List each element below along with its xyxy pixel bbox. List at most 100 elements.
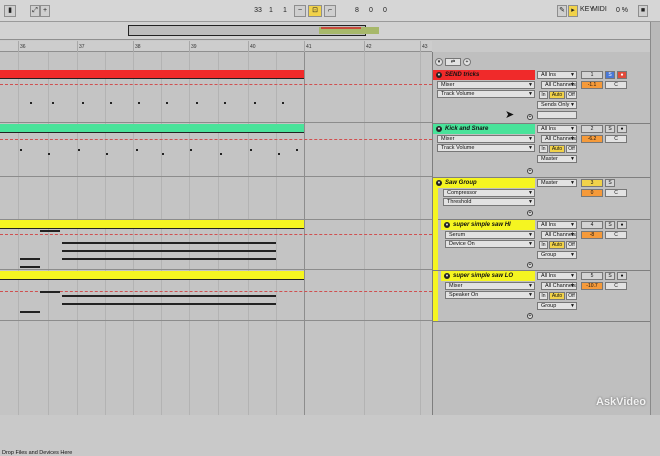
mixer-track-kick-and-snare[interactable]: ▼ Kick and Snare Mixer ▼ Track Volume ▼ + … — [433, 124, 660, 178]
note[interactable] — [136, 149, 138, 151]
control-chooser[interactable]: Track Volume ▼ — [437, 144, 535, 152]
note[interactable] — [52, 102, 54, 104]
pan-value[interactable]: C — [605, 189, 627, 197]
fold-track-icon[interactable]: ▼ — [444, 222, 450, 228]
pan-value[interactable]: C — [605, 135, 627, 143]
automation-envelope[interactable] — [0, 139, 432, 140]
set-button-icon[interactable]: ⇄ — [445, 58, 461, 66]
clip-send-tricks[interactable] — [0, 70, 304, 79]
track-activator[interactable]: 4 — [581, 221, 603, 229]
note[interactable] — [48, 153, 50, 155]
mixer-track-send-tricks[interactable]: ▼ SEND tricks Mixer ▼ Track Volume ▼ + All… — [433, 70, 660, 124]
input-channel-select[interactable]: All Channels ▼ — [541, 282, 577, 290]
loop-length-bars[interactable]: 8 — [352, 5, 362, 17]
track-activator[interactable]: 5 — [581, 272, 603, 280]
note[interactable] — [166, 102, 168, 104]
output-select[interactable]: Sends Only ▼ — [537, 101, 577, 109]
clip-kick-and-snare[interactable] — [0, 124, 304, 133]
add-lane-icon[interactable]: + — [527, 210, 533, 216]
solo-button[interactable]: S — [605, 71, 615, 79]
note[interactable] — [220, 153, 222, 155]
track-activator[interactable]: 3 — [581, 179, 603, 187]
track-title-kick-and-snare[interactable]: ▼ Kick and Snare — [433, 124, 535, 134]
pan-value[interactable]: C — [605, 231, 627, 239]
fold-group-icon[interactable]: ▼ — [436, 180, 442, 186]
control-chooser[interactable]: Threshold ▼ — [443, 198, 535, 206]
arrangement-overview[interactable] — [0, 22, 660, 40]
note[interactable] — [162, 153, 164, 155]
device-chooser[interactable]: Mixer ▼ — [437, 135, 535, 143]
note[interactable] — [282, 102, 284, 104]
note[interactable] — [20, 149, 22, 151]
arrangement-view[interactable]: Drop Files and Devices Here — [0, 52, 432, 456]
pencil-icon[interactable]: ✎ — [557, 5, 567, 17]
arm-record-icon[interactable]: ● — [617, 221, 627, 229]
note[interactable] — [20, 311, 40, 313]
loop-length-sixteenths[interactable]: 0 — [380, 5, 390, 17]
automation-envelope[interactable] — [0, 234, 432, 235]
track-lane-super-simple-saw-lo[interactable] — [0, 271, 432, 321]
monitor-auto-button[interactable]: Auto — [549, 241, 565, 249]
device-chooser[interactable]: Compressor ▼ — [443, 189, 535, 197]
note[interactable] — [78, 149, 80, 151]
monitor-in-button[interactable]: In — [539, 292, 548, 300]
volume-value[interactable]: -6.2 — [581, 135, 603, 143]
volume-value[interactable]: -1.1 — [581, 81, 603, 89]
note[interactable] — [40, 291, 60, 293]
monitor-auto-button[interactable]: Auto — [549, 145, 565, 153]
pan-value[interactable]: C — [605, 81, 627, 89]
device-chooser[interactable]: Mixer ▼ — [437, 81, 535, 89]
note[interactable] — [20, 258, 40, 260]
monitor-in-button[interactable]: In — [539, 241, 548, 249]
pan-value[interactable]: C — [605, 282, 627, 290]
solo-button[interactable]: S — [605, 179, 615, 187]
input-channel-select[interactable]: All Channels ▼ — [541, 231, 577, 239]
track-activator[interactable]: 1 — [581, 71, 603, 79]
add-lane-icon[interactable]: + — [527, 114, 533, 120]
note[interactable] — [190, 149, 192, 151]
input-channel-select[interactable]: All Channels ▼ — [541, 81, 577, 89]
note[interactable] — [62, 303, 276, 305]
add-lane-icon[interactable]: + — [527, 262, 533, 268]
key-map-icon[interactable]: ▸ — [568, 5, 578, 17]
output-select[interactable]: Master ▼ — [537, 155, 577, 163]
loop-length-beats[interactable]: 0 — [366, 5, 376, 17]
track-title-super-simple-saw-lo[interactable]: ▼ super simple saw LO — [441, 271, 535, 281]
monitor-off-button[interactable]: Off — [566, 91, 577, 99]
clip-super-simple-saw-hi[interactable] — [0, 220, 304, 229]
automation-arm-icon[interactable]: ~ — [294, 5, 306, 17]
input-channel-select[interactable]: All Channels ▼ — [541, 135, 577, 143]
track-lane-super-simple-saw-hi[interactable] — [0, 220, 432, 270]
overview-view-frame[interactable] — [128, 25, 379, 36]
output-select[interactable]: Group ▼ — [537, 302, 577, 310]
input-type-select[interactable]: All Ins ▼ — [537, 221, 577, 229]
mixer-track-super-simple-saw-lo[interactable]: ▼ super simple saw LO Mixer ▼ Speaker On ▼… — [433, 271, 660, 322]
note[interactable] — [110, 102, 112, 104]
position-beat[interactable]: 1 — [266, 5, 276, 17]
track-title-super-simple-saw-hi[interactable]: ▼ super simple saw HI — [441, 220, 535, 230]
fold-track-icon[interactable]: ▼ — [436, 72, 442, 78]
position-sixteenth[interactable]: 1 — [280, 5, 290, 17]
clip-super-simple-saw-lo[interactable] — [0, 271, 304, 280]
track-title-saw-group[interactable]: ▼ Saw Group — [433, 178, 535, 188]
note[interactable] — [40, 230, 60, 232]
monitor-off-button[interactable]: Off — [566, 241, 577, 249]
follow-icon[interactable]: ⤢ — [30, 5, 40, 17]
arm-record-icon[interactable]: ● — [617, 272, 627, 280]
note[interactable] — [278, 153, 280, 155]
automation-envelope[interactable] — [0, 291, 432, 292]
fold-toggle-icon[interactable]: ▾ — [435, 58, 443, 66]
monitor-off-button[interactable]: Off — [566, 145, 577, 153]
track-lane-saw-group[interactable] — [0, 178, 432, 220]
add-icon[interactable]: + — [463, 58, 471, 66]
monitor-auto-button[interactable]: Auto — [549, 91, 565, 99]
loop-switch-icon[interactable]: ⊡ — [308, 5, 322, 17]
note[interactable] — [20, 266, 40, 268]
note[interactable] — [62, 258, 276, 260]
fold-track-icon[interactable]: ▼ — [436, 126, 442, 132]
solo-button[interactable]: S — [605, 221, 615, 229]
note[interactable] — [296, 149, 298, 151]
punch-icon[interactable]: ⌐ — [324, 5, 336, 17]
note[interactable] — [138, 102, 140, 104]
volume-value[interactable]: -8 — [581, 231, 603, 239]
